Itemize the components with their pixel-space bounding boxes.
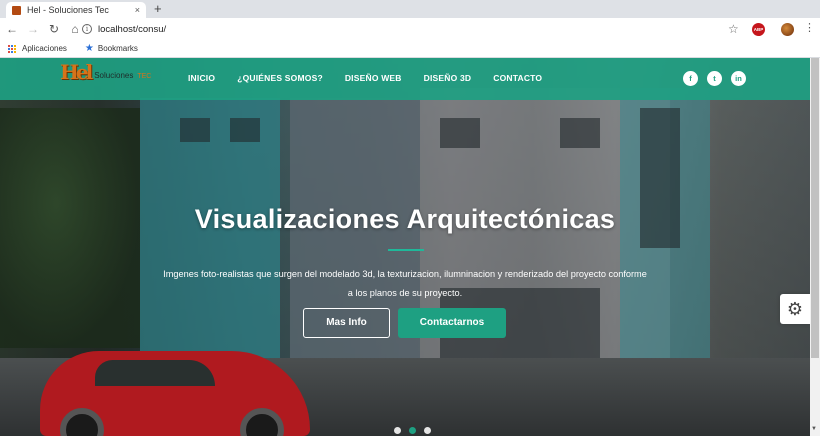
adblock-extension-icon[interactable]: ABP [752, 23, 765, 36]
logo-mark: Hel [60, 60, 93, 84]
carousel-dot-3[interactable] [424, 427, 431, 434]
site-navbar: Hel Soluciones TEC INICIO ¿QUIÉNES SOMOS?… [0, 58, 820, 100]
title-divider [388, 249, 424, 251]
hero-description: Imgenes foto-realistas que surgen del mo… [140, 265, 670, 303]
window-decoration [560, 118, 600, 148]
bookmarks-bar: Aplicaciones ★ Bookmarks [0, 40, 820, 58]
tab-bar: Hel - Soluciones Tec × + [0, 0, 820, 18]
settings-gear-icon[interactable]: ⚙ [780, 294, 810, 324]
site-logo[interactable]: Hel Soluciones TEC [60, 60, 151, 84]
scrollbar-thumb[interactable] [811, 58, 819, 358]
logo-name: Soluciones [94, 70, 134, 80]
logo-tec: TEC [137, 72, 152, 80]
linkedin-icon[interactable]: in [731, 71, 746, 86]
bookmarks-star-icon: ★ [84, 43, 94, 54]
browser-menu-icon[interactable]: ⋮ [804, 22, 815, 34]
carousel-indicators [394, 427, 439, 434]
reload-button[interactable]: ↻ [45, 22, 63, 36]
carousel-dot-2[interactable] [409, 427, 416, 434]
tab-title: Hel - Soluciones Tec [27, 5, 109, 15]
scroll-down-arrow-icon[interactable]: ▼ [811, 426, 817, 432]
building-decoration [290, 98, 420, 398]
bookmark-star-icon[interactable]: ☆ [728, 22, 739, 36]
profile-avatar[interactable] [781, 23, 794, 36]
facebook-icon[interactable]: f [683, 71, 698, 86]
logo-text: Soluciones TEC [94, 71, 151, 80]
website-viewport: Hel Soluciones TEC INICIO ¿QUIÉNES SOMOS?… [0, 58, 820, 436]
site-info-icon[interactable]: i [82, 24, 92, 34]
bookmark-folder[interactable]: Bookmarks [98, 44, 138, 53]
nav-contacto[interactable]: CONTACTO [493, 73, 542, 83]
new-tab-button[interactable]: + [154, 2, 162, 16]
url-text[interactable]: localhost/consu/ [98, 24, 166, 35]
twitter-icon[interactable]: t [707, 71, 722, 86]
hero-title: Visualizaciones Arquitectónicas [194, 204, 616, 234]
car-window-decoration [95, 360, 215, 386]
nav-quienes-somos[interactable]: ¿QUIÉNES SOMOS? [237, 73, 323, 83]
apps-grid-icon[interactable] [8, 44, 16, 53]
hero-description-line1: Imgenes foto-realistas que surgen del mo… [163, 269, 647, 279]
hero-description-line2: a los planos de su proyecto. [347, 288, 463, 298]
bookmark-apps[interactable]: Aplicaciones [22, 44, 67, 53]
main-nav: INICIO ¿QUIÉNES SOMOS? DISEÑO WEB DISEÑO… [188, 73, 564, 83]
back-button[interactable]: ← [3, 22, 21, 36]
nav-diseno-web[interactable]: DISEÑO WEB [345, 73, 402, 83]
site-favicon-icon [12, 5, 21, 15]
tab-close-icon[interactable]: × [135, 5, 140, 15]
mas-info-button[interactable]: Mas Info [303, 308, 390, 338]
window-decoration [230, 118, 260, 142]
nav-inicio[interactable]: INICIO [188, 73, 215, 83]
nav-diseno-3d[interactable]: DISEÑO 3D [424, 73, 472, 83]
forward-button[interactable]: → [24, 22, 42, 36]
carousel-dot-1[interactable] [394, 427, 401, 434]
browser-toolbar: ← → ↻ ⌂ i localhost/consu/ [0, 18, 820, 40]
browser-tab[interactable]: Hel - Soluciones Tec × [6, 2, 146, 18]
contactarnos-button[interactable]: Contactarnos [398, 308, 506, 338]
window-decoration [440, 118, 480, 148]
address-bar[interactable]: i localhost/consu/ [82, 20, 744, 38]
window-decoration [180, 118, 210, 142]
hero-background-image [0, 58, 820, 436]
